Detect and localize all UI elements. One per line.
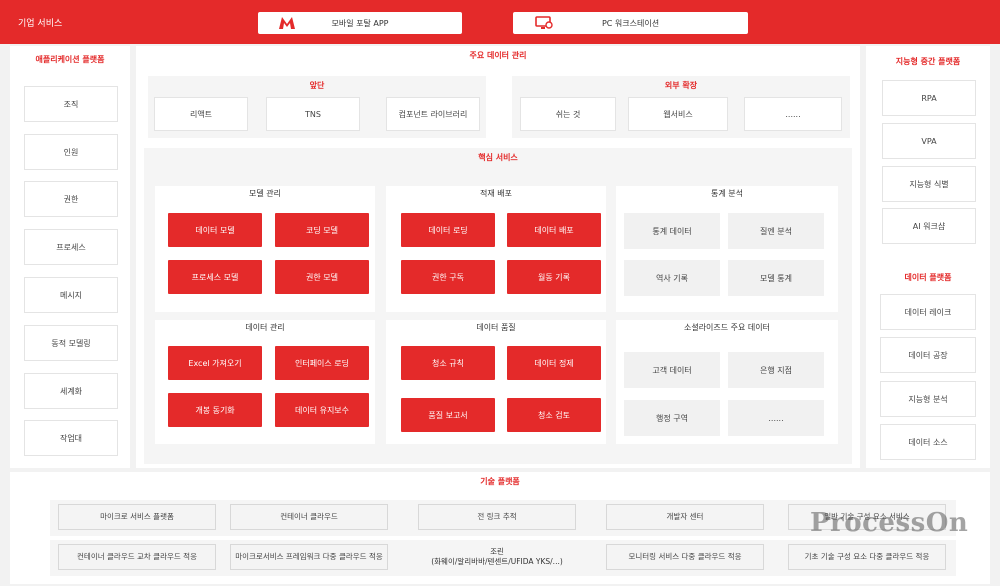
frontend-item-component-lib[interactable]: 컴포넌트 라이브러리 — [386, 97, 480, 131]
quality-analysis-button[interactable]: 질엔 분석 — [728, 213, 824, 249]
history-log-button[interactable]: 역사 기록 — [624, 260, 720, 296]
header-bar: 기업 서비스 모바일 포탈 APP PC 워크스테이션 — [0, 0, 1000, 44]
data-model-button[interactable]: 데이터 모델 — [168, 213, 262, 247]
stats-analysis-title: 통계 분석 — [711, 189, 743, 198]
process-model-button[interactable]: 프로세스 모델 — [168, 260, 262, 294]
tech-cloud-vendors[interactable]: 조린 (화웨이/알리바바/텐센트/UFIDA YKS/...) — [418, 544, 576, 570]
master-data-title: 주요 데이터 관리 — [469, 51, 527, 60]
app-platform-title: 애플리케이션 플랫폼 — [35, 55, 105, 64]
data-quality-title: 데이터 품질 — [476, 323, 516, 332]
tech-microservice-platform[interactable]: 마이크로 서비스 플랫폼 — [58, 504, 216, 530]
social-more-button[interactable]: ...... — [728, 400, 824, 436]
tech-full-link-tracing[interactable]: 전 링크 추적 — [418, 504, 576, 530]
activity-log-button[interactable]: 월동 기록 — [507, 260, 601, 294]
external-block: 외부 확장 쉬는 것 웹서비스 ...... — [512, 76, 850, 138]
left-item-people[interactable]: 인원 — [24, 134, 118, 170]
frontend-title: 앞단 — [309, 81, 325, 90]
quality-report-button[interactable]: 품질 보고서 — [401, 398, 495, 432]
data-distribution-button[interactable]: 데이터 배포 — [507, 213, 601, 247]
external-title: 외부 확장 — [664, 81, 698, 90]
permission-model-button[interactable]: 권한 모델 — [275, 260, 369, 294]
tech-base-components-multicloud[interactable]: 기초 기술 구성 요소 다중 클라우드 적응 — [788, 544, 946, 570]
ai-item-rpa[interactable]: RPA — [882, 80, 976, 116]
data-maintenance-button[interactable]: 데이터 유지보수 — [275, 393, 369, 427]
app-platform-panel: 애플리케이션 플랫폼 조직 인원 권한 프로세스 메시지 동적 모델링 세계화 … — [10, 46, 130, 468]
tech-row-2: 컨테이너 클라우드 교차 클라우드 적응 마이크로서비스 프레임워크 다중 클라… — [50, 540, 956, 576]
left-item-process[interactable]: 프로세스 — [24, 229, 118, 265]
external-item-webservice[interactable]: 웹서비스 — [628, 97, 728, 131]
tech-container-cloud[interactable]: 컨테이너 클라우드 — [230, 504, 388, 530]
model-stats-button[interactable]: 모델 통계 — [728, 260, 824, 296]
admin-region-button[interactable]: 행정 구역 — [624, 400, 720, 436]
data-item-analytics[interactable]: 지능형 분석 — [880, 381, 976, 417]
m-logo-icon — [279, 17, 295, 29]
load-distribute-panel: 적재 배포 데이터 로딩 데이터 배포 권한 구독 월동 기록 — [386, 186, 606, 312]
customer-data-button[interactable]: 고객 데이터 — [624, 352, 720, 388]
data-quality-panel: 데이터 품질 청소 규칙 데이터 정제 품질 보고서 청소 검토 — [386, 320, 606, 444]
frontend-block: 앞단 리액트 TNS 컴포넌트 라이브러리 — [148, 76, 486, 138]
tech-platform-title: 기술 플랫폼 — [480, 477, 520, 486]
core-services-block: 핵심 서비스 모델 관리 데이터 모델 코딩 모델 프로세스 모델 권한 모델 … — [144, 148, 852, 464]
model-management-panel: 모델 관리 데이터 모델 코딩 모델 프로세스 모델 권한 모델 — [155, 186, 375, 312]
model-management-title: 모델 관리 — [249, 189, 281, 198]
data-management-panel: 데이터 관리 Excel 가져오기 인터페이스 로딩 개봉 동기화 데이터 유지… — [155, 320, 375, 444]
pc-workstation-label: PC 워크스테이션 — [601, 18, 660, 28]
ai-platform-title: 지능형 중간 플랫폼 — [895, 57, 961, 66]
ai-item-recognition[interactable]: 지능형 식별 — [882, 166, 976, 202]
permission-subscribe-button[interactable]: 권한 구독 — [401, 260, 495, 294]
open-sync-button[interactable]: 개봉 동기화 — [168, 393, 262, 427]
data-item-source[interactable]: 데이터 소스 — [880, 424, 976, 460]
stats-analysis-panel: 통계 분석 통계 데이터 질엔 분석 역사 기록 모델 통계 — [616, 186, 838, 312]
right-platform-panel: 지능형 중간 플랫폼 RPA VPA 지능형 식별 AI 워크샵 데이터 플랫폼… — [866, 46, 990, 468]
pc-workstation-button[interactable]: PC 워크스테이션 — [513, 12, 748, 34]
social-master-data-title: 소셜라이즈드 주요 데이터 — [683, 323, 771, 332]
data-management-title: 데이터 관리 — [245, 323, 285, 332]
cleansing-review-button[interactable]: 청소 검토 — [507, 398, 601, 432]
stats-data-button[interactable]: 통계 데이터 — [624, 213, 720, 249]
workstation-icon — [535, 16, 553, 29]
header-title: 기업 서비스 — [18, 19, 63, 29]
processon-watermark: ProcessOn — [810, 508, 969, 538]
coding-model-button[interactable]: 코딩 모델 — [275, 213, 369, 247]
data-cleansing-button[interactable]: 데이터 정제 — [507, 346, 601, 380]
ai-item-vpa[interactable]: VPA — [882, 123, 976, 159]
left-item-permission[interactable]: 권한 — [24, 181, 118, 217]
left-item-message[interactable]: 메시지 — [24, 277, 118, 313]
tech-container-cross-cloud[interactable]: 컨테이너 클라우드 교차 클라우드 적응 — [58, 544, 216, 570]
frontend-item-tns[interactable]: TNS — [266, 97, 360, 131]
master-data-panel: 주요 데이터 관리 앞단 리액트 TNS 컴포넌트 라이브러리 외부 확장 쉬는… — [136, 46, 860, 468]
data-platform-title: 데이터 플랫폼 — [904, 273, 952, 282]
mobile-portal-label: 모바일 포탈 APP — [331, 18, 389, 28]
cleansing-rules-button[interactable]: 청소 규칙 — [401, 346, 495, 380]
mobile-portal-button[interactable]: 모바일 포탈 APP — [258, 12, 462, 34]
tech-developer-center[interactable]: 개발자 센터 — [606, 504, 764, 530]
tech-microservice-multicloud[interactable]: 마이크로서비스 프레임워크 다중 클라우드 적응 — [230, 544, 388, 570]
core-services-title: 핵심 서비스 — [478, 153, 518, 162]
data-loading-button[interactable]: 데이터 로딩 — [401, 213, 495, 247]
interface-loading-button[interactable]: 인터페이스 로딩 — [275, 346, 369, 380]
left-item-dynamic-modeling[interactable]: 동적 모델링 — [24, 325, 118, 361]
social-master-data-panel: 소셜라이즈드 주요 데이터 고객 데이터 은행 지점 행정 구역 ...... — [616, 320, 838, 444]
data-item-lake[interactable]: 데이터 레이크 — [880, 294, 976, 330]
external-item-rest[interactable]: 쉬는 것 — [520, 97, 616, 131]
excel-import-button[interactable]: Excel 가져오기 — [168, 346, 262, 380]
left-item-workbench[interactable]: 작업대 — [24, 420, 118, 456]
left-item-globalization[interactable]: 세계화 — [24, 373, 118, 409]
bank-branch-button[interactable]: 은행 지점 — [728, 352, 824, 388]
tech-monitoring-multicloud[interactable]: 모니터링 서비스 다중 클라우드 적응 — [606, 544, 764, 570]
data-item-factory[interactable]: 데이터 공장 — [880, 337, 976, 373]
ai-item-workshop[interactable]: AI 워크샵 — [882, 208, 976, 244]
frontend-item-react[interactable]: 리액트 — [154, 97, 248, 131]
left-item-org[interactable]: 조직 — [24, 86, 118, 122]
external-item-more[interactable]: ...... — [744, 97, 842, 131]
load-distribute-title: 적재 배포 — [480, 189, 512, 198]
